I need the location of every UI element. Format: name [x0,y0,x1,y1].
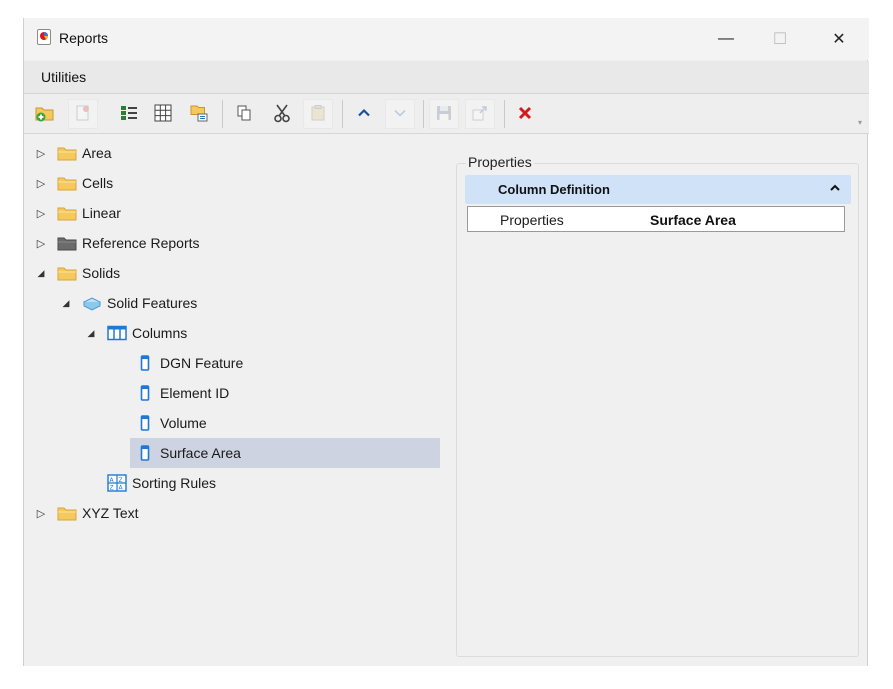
column-icon [134,383,156,403]
folder-icon [56,203,78,223]
sorting-rules-icon: AZZA [106,473,128,493]
property-row[interactable]: Properties Surface Area [467,206,845,232]
expand-collapsed-icon[interactable]: ▷ [34,507,48,520]
delete-button[interactable] [510,99,540,129]
tree-item-reference-reports[interactable]: ▷ Reference Reports [34,228,200,258]
expand-collapsed-icon[interactable]: ▷ [34,207,48,220]
add-folder-button[interactable] [30,99,60,129]
column-icon [134,443,156,463]
menu-utilities[interactable]: Utilities [41,69,86,85]
svg-text:Z: Z [110,485,114,492]
expand-open-icon[interactable]: ◢ [84,328,98,339]
export-icon [471,104,489,125]
properties-panel-title: Properties [466,154,534,170]
window-title: Reports [59,30,109,46]
columns-icon [106,323,128,343]
expand-open-icon[interactable]: ◢ [59,298,73,309]
table-button[interactable] [148,99,178,129]
category-title: Column Definition [498,182,610,197]
toolbar: ▾ [24,93,869,134]
expand-open-icon[interactable]: ◢ [34,268,48,279]
cut-icon [272,103,292,126]
tree-item-area[interactable]: ▷ Area [34,138,112,168]
sorting-icon [189,103,209,126]
tree-item-label: Cells [82,175,114,191]
add-report-icon [74,104,92,125]
save-icon [435,104,453,125]
close-icon: ✕ [832,31,846,48]
tree-item-xyz-text[interactable]: ▷ XYZ Text [34,498,139,528]
delete-icon [517,105,533,124]
tree-item-element-id[interactable]: Element ID [134,378,229,408]
paste-icon [309,104,327,125]
move-down-icon [392,105,408,124]
svg-text:Z: Z [119,477,123,484]
tree-item-label: Columns [132,325,188,341]
expand-collapsed-icon[interactable]: ▷ [34,147,48,160]
tree-item-volume[interactable]: Volume [134,408,207,438]
category-header-column-definition[interactable]: Column Definition [465,175,851,204]
maximize-button[interactable]: ☐ [757,18,803,60]
column-definition-button[interactable] [114,99,144,129]
expand-collapsed-icon[interactable]: ▷ [34,177,48,190]
reports-app-icon [37,29,51,45]
add-report-button[interactable] [68,99,98,129]
menu-bar: Utilities [24,61,869,93]
move-down-button[interactable] [385,99,415,129]
tree-item-label: XYZ Text [82,505,139,521]
tree-item-solid-features[interactable]: ◢ Solid Features [59,288,198,318]
tree-item-label: Linear [82,205,121,221]
tree-item-label: Volume [160,415,207,431]
tree-item-label: DGN Feature [160,355,244,371]
tree-item-label: Reference Reports [82,235,200,251]
table-icon [153,103,173,126]
folder-icon [56,503,78,523]
tree-item-label: Sorting Rules [132,475,217,491]
reports-window: Reports — ☐ ✕ Utilities ▾ ▷ Area ▷ Cells… [23,18,869,666]
tree-item-label: Solids [82,265,121,281]
dark-folder-icon [56,233,78,253]
tree-item-cells[interactable]: ▷ Cells [34,168,113,198]
folder-icon [56,143,78,163]
tree-item-label: Area [82,145,112,161]
copy-icon [235,104,253,125]
save-button[interactable] [429,99,459,129]
toolbar-overflow-icon[interactable]: ▾ [858,118,862,127]
title-bar[interactable]: Reports — ☐ ✕ [24,18,869,60]
move-up-icon [356,105,372,124]
tree-item-linear[interactable]: ▷ Linear [34,198,121,228]
tree-item-label: Element ID [160,385,230,401]
solid-feature-icon [81,293,103,313]
expand-collapsed-icon[interactable]: ▷ [34,237,48,250]
add-folder-icon [34,103,56,126]
minimize-icon: — [718,30,734,47]
paste-button[interactable] [303,99,333,129]
report-tree: ▷ Area ▷ Cells ▷ Linear ▷ Reference Repo… [24,135,444,665]
maximize-icon: ☐ [772,31,788,48]
minimize-button[interactable]: — [703,18,749,60]
cut-button[interactable] [267,99,297,129]
column-definition-icon [120,104,138,125]
tree-item-solids[interactable]: ◢ Solids [34,258,121,288]
sorting-button[interactable] [184,99,214,129]
tree-item-surface-area[interactable]: Surface Area [134,438,241,468]
property-name: Properties [500,212,564,228]
column-icon [134,353,156,373]
tree-item-label: Surface Area [160,445,241,461]
export-button[interactable] [465,99,495,129]
close-button[interactable]: ✕ [816,18,862,60]
collapse-chevron-icon[interactable] [828,181,842,198]
folder-icon [56,263,78,283]
tree-item-columns[interactable]: ◢ Columns [84,318,188,348]
tree-item-sorting-rules[interactable]: AZZA Sorting Rules [106,468,216,498]
property-value[interactable]: Surface Area [650,212,736,228]
folder-icon [56,173,78,193]
tree-item-dgn-feature[interactable]: DGN Feature [134,348,243,378]
tree-item-label: Solid Features [107,295,198,311]
properties-panel [456,163,859,657]
column-icon [134,413,156,433]
move-up-button[interactable] [349,99,379,129]
copy-button[interactable] [229,99,259,129]
